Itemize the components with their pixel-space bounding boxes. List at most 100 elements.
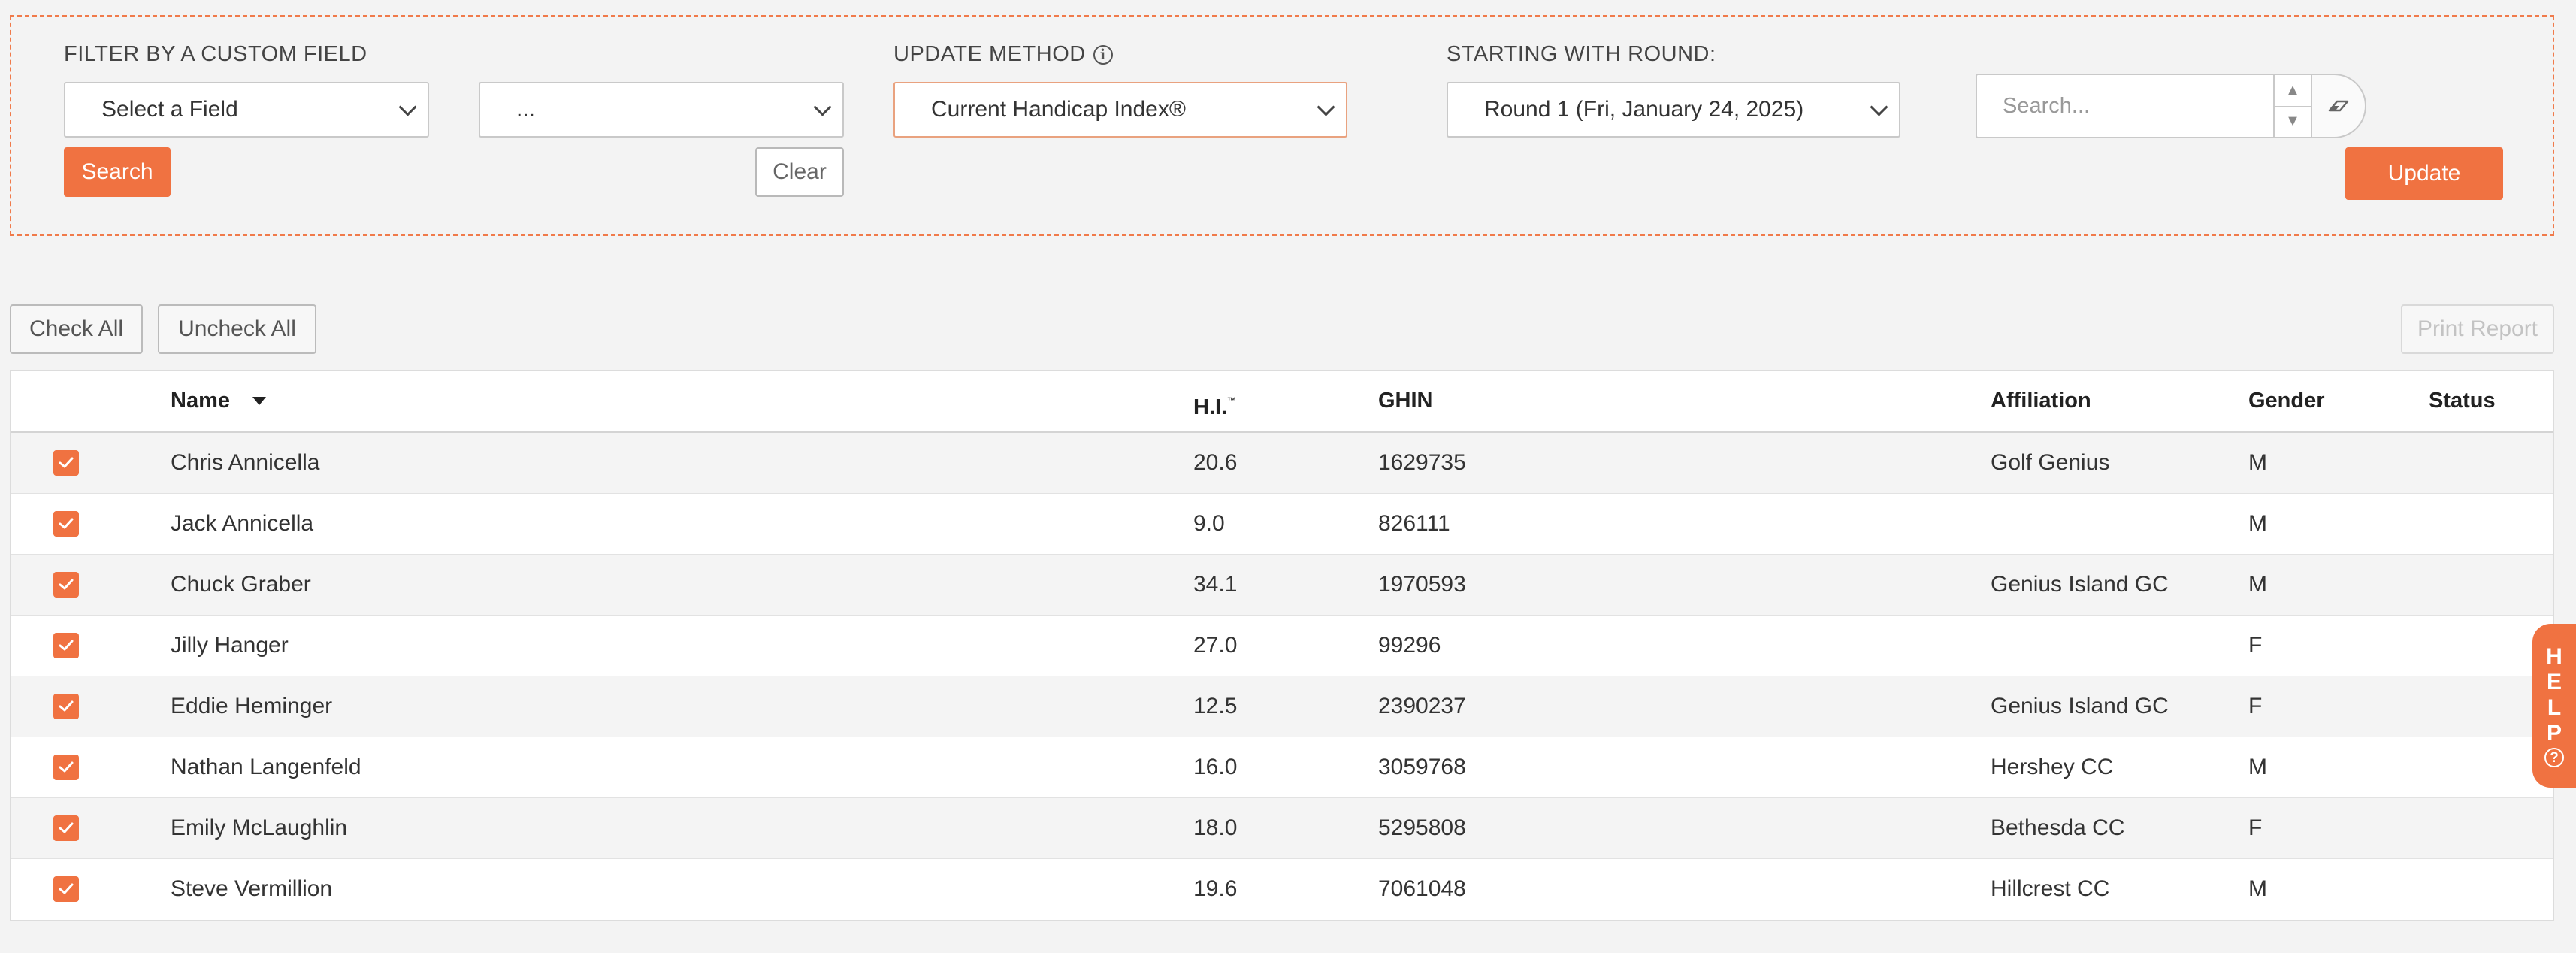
cell-name: Nathan Langenfeld	[171, 755, 361, 779]
row-checkbox[interactable]	[53, 755, 79, 780]
cell-ghin: 5295808	[1378, 815, 1466, 840]
help-letter: L	[2547, 695, 2562, 720]
custom-field-select[interactable]: Select a Field	[64, 82, 429, 138]
column-header-affiliation[interactable]: Affiliation	[1991, 371, 2091, 431]
print-report-button[interactable]: Print Report	[2401, 304, 2554, 354]
help-tab[interactable]: H E L P ?	[2532, 624, 2576, 788]
update-method-select[interactable]: Current Handicap Index®	[893, 82, 1347, 138]
players-table: Name H.I.™ GHIN Affiliation Gender Statu…	[10, 370, 2554, 921]
check-icon	[58, 882, 74, 896]
cell-hi: 27.0	[1193, 633, 1238, 658]
cell-affiliation: Bethesda CC	[1991, 815, 2125, 840]
table-row: Nathan Langenfeld 16.0 3059768 Hershey CC M	[11, 737, 2553, 798]
table-row: Chris Annicella 20.6 1629735 Golf Genius M	[11, 433, 2553, 494]
search-input[interactable]	[1976, 74, 2273, 138]
round-label: STARTING WITH ROUND:	[1447, 42, 1716, 66]
cell-gender: M	[2248, 511, 2267, 536]
row-checkbox[interactable]	[53, 572, 79, 598]
cell-hi: 20.6	[1193, 450, 1238, 475]
custom-field-label: FILTER BY A CUSTOM FIELD	[64, 42, 367, 66]
chevron-down-icon	[1317, 98, 1335, 116]
column-header-gender[interactable]: Gender	[2248, 371, 2325, 431]
cell-affiliation: Hillcrest CC	[1991, 876, 2110, 901]
cell-gender: M	[2248, 450, 2267, 475]
check-icon	[58, 821, 74, 835]
check-icon	[58, 700, 74, 713]
column-header-hi[interactable]: H.I.™	[1193, 371, 1236, 431]
cell-ghin: 7061048	[1378, 876, 1466, 901]
column-header-name[interactable]: Name	[171, 371, 266, 431]
cell-affiliation: Golf Genius	[1991, 450, 2110, 475]
cell-name: Steve Vermillion	[171, 876, 333, 901]
cell-name: Chuck Graber	[171, 572, 311, 597]
cell-affiliation: Hershey CC	[1991, 755, 2114, 779]
update-method-select-value: Current Handicap Index®	[931, 97, 1186, 122]
search-stepper[interactable]: ▲ ▼	[2273, 74, 2312, 138]
table-row: Emily McLaughlin 18.0 5295808 Bethesda CC F	[11, 798, 2553, 859]
uncheck-all-button[interactable]: Uncheck All	[158, 304, 316, 354]
cell-hi: 9.0	[1193, 511, 1225, 536]
check-icon	[58, 456, 74, 470]
chevron-down-icon	[398, 98, 417, 116]
check-icon	[58, 517, 74, 531]
cell-ghin: 1629735	[1378, 450, 1466, 475]
row-checkbox[interactable]	[53, 694, 79, 719]
help-letter: E	[2546, 670, 2562, 694]
cell-affiliation: Genius Island GC	[1991, 572, 2169, 597]
cell-hi: 19.6	[1193, 876, 1238, 901]
round-select[interactable]: Round 1 (Fri, January 24, 2025)	[1447, 82, 1900, 138]
column-header-ghin[interactable]: GHIN	[1378, 371, 1433, 431]
cell-name: Chris Annicella	[171, 450, 320, 475]
cell-name: Emily McLaughlin	[171, 815, 348, 840]
cell-gender: F	[2248, 694, 2263, 719]
table-body: Chris Annicella 20.6 1629735 Golf Genius M Ja…	[11, 433, 2553, 920]
clear-button[interactable]: Clear	[755, 147, 844, 197]
help-letter: H	[2546, 644, 2562, 669]
table-row: Jack Annicella 9.0 826111 M	[11, 494, 2553, 555]
custom-field-value-select[interactable]: ...	[479, 82, 844, 138]
table-row: Chuck Graber 34.1 1970593 Genius Island GC M	[11, 555, 2553, 616]
cell-ghin: 3059768	[1378, 755, 1466, 779]
cell-gender: M	[2248, 572, 2267, 597]
eraser-icon[interactable]	[2312, 74, 2366, 138]
table-row: Eddie Heminger 12.5 2390237 Genius Island G…	[11, 676, 2553, 737]
check-icon	[58, 761, 74, 774]
question-icon: ?	[2544, 748, 2564, 767]
info-icon[interactable]: i	[1093, 45, 1113, 65]
column-header-status[interactable]: Status	[2429, 371, 2496, 431]
arrow-down-icon[interactable]: ▼	[2275, 106, 2311, 137]
player-search: ▲ ▼	[1976, 74, 2366, 138]
cell-gender: M	[2248, 876, 2267, 901]
chevron-down-icon	[813, 98, 832, 116]
cell-name: Jack Annicella	[171, 511, 314, 536]
custom-field-value-select-value: ...	[516, 97, 536, 122]
cell-hi: 34.1	[1193, 572, 1238, 597]
cell-ghin: 826111	[1378, 511, 1450, 536]
cell-name: Eddie Heminger	[171, 694, 333, 719]
sort-desc-icon[interactable]	[252, 397, 266, 405]
table-header: Name H.I.™ GHIN Affiliation Gender Statu…	[11, 371, 2553, 433]
update-button[interactable]: Update	[2345, 147, 2503, 200]
chevron-down-icon	[1870, 98, 1888, 116]
row-checkbox[interactable]	[53, 815, 79, 841]
round-select-value: Round 1 (Fri, January 24, 2025)	[1484, 97, 1804, 122]
search-button[interactable]: Search	[64, 147, 171, 197]
row-checkbox[interactable]	[53, 633, 79, 658]
table-row: Jilly Hanger 27.0 99296 F	[11, 616, 2553, 676]
cell-gender: F	[2248, 633, 2263, 658]
cell-gender: M	[2248, 755, 2267, 779]
row-checkbox[interactable]	[53, 876, 79, 902]
row-checkbox[interactable]	[53, 511, 79, 537]
cell-name: Jilly Hanger	[171, 633, 289, 658]
custom-field-select-value: Select a Field	[101, 97, 238, 122]
cell-gender: F	[2248, 815, 2263, 840]
cell-ghin: 2390237	[1378, 694, 1466, 719]
row-checkbox[interactable]	[53, 450, 79, 476]
cell-affiliation: Genius Island GC	[1991, 694, 2169, 719]
table-row: Steve Vermillion 19.6 7061048 Hillcrest CC M	[11, 859, 2553, 920]
update-method-label: UPDATE METHOD i	[893, 42, 1113, 67]
cell-hi: 18.0	[1193, 815, 1238, 840]
check-all-button[interactable]: Check All	[10, 304, 143, 354]
arrow-up-icon[interactable]: ▲	[2275, 75, 2311, 107]
check-icon	[58, 578, 74, 591]
